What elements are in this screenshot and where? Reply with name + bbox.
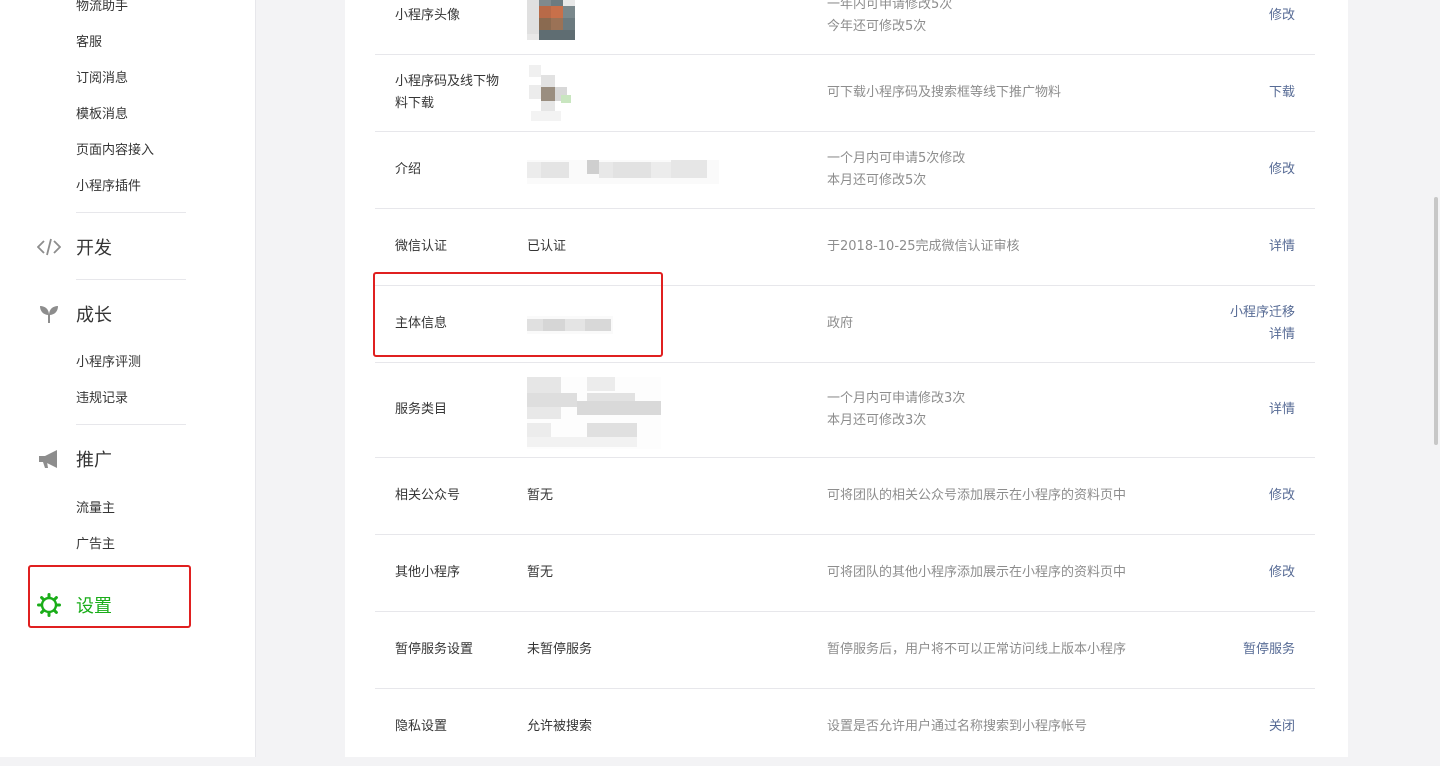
table-row: 隐私设置 允许被搜索 设置是否允许用户通过名称搜索到小程序帐号 关闭 xyxy=(375,689,1315,766)
sidebar-item-plugins[interactable]: 小程序插件 xyxy=(76,178,141,196)
categories-redacted xyxy=(527,377,661,449)
row-label: 微信认证 xyxy=(395,239,448,254)
sidebar-section-settings-label: 设置 xyxy=(76,596,112,617)
disable-search-link[interactable]: 关闭 xyxy=(1269,716,1295,738)
sidebar-section-dev-label: 开发 xyxy=(76,238,112,259)
sidebar-divider xyxy=(76,212,186,213)
sidebar-item-violations[interactable]: 违规记录 xyxy=(76,390,128,408)
row-desc: 于2018-10-25完成微信认证审核 xyxy=(827,239,1020,254)
sidebar-section-growth-label: 成长 xyxy=(76,305,112,326)
row-desc: 设置是否允许用户通过名称搜索到小程序帐号 xyxy=(827,719,1088,734)
table-row: 主体信息 政府 小程序迁移 详情 xyxy=(375,286,1315,363)
edit-intro-link[interactable]: 修改 xyxy=(1269,159,1295,181)
row-label: 相关公众号 xyxy=(395,488,461,503)
row-label: 小程序码及线下物料下载 xyxy=(395,74,500,111)
sidebar-section-promo-label: 推广 xyxy=(76,450,112,471)
row-desc: 暂停服务后，用户将不可以正常访问线上版本小程序 xyxy=(827,642,1127,657)
table-row: 介绍 一个月内可申请5次修改 本月还可修改5次 修改 xyxy=(375,132,1315,209)
row-label: 暂停服务设置 xyxy=(395,642,474,657)
code-icon xyxy=(36,234,62,260)
sidebar: 物流助手 客服 订阅消息 模板消息 页面内容接入 小程序插件 开发 成长 小程序… xyxy=(0,0,256,757)
gear-icon xyxy=(36,592,62,618)
sidebar-item-advertiser[interactable]: 广告主 xyxy=(76,536,115,554)
row-desc: 可将团队的相关公众号添加展示在小程序的资料页中 xyxy=(827,488,1127,503)
row-label: 主体信息 xyxy=(395,316,448,331)
row-desc: 可下载小程序码及搜索框等线下推广物料 xyxy=(827,85,1062,100)
row-desc: 一年内可申请修改5次 xyxy=(827,0,953,12)
sidebar-item-evaluation[interactable]: 小程序评测 xyxy=(76,354,141,372)
sidebar-divider xyxy=(76,424,186,425)
row-label: 隐私设置 xyxy=(395,719,448,734)
sidebar-section-settings[interactable]: 设置 xyxy=(36,590,112,620)
verification-details-link[interactable]: 详情 xyxy=(1269,236,1295,258)
subject-details-link[interactable]: 详情 xyxy=(1269,324,1295,346)
table-row: 微信认证 已认证 于2018-10-25完成微信认证审核 详情 xyxy=(375,209,1315,286)
avatar xyxy=(527,0,575,40)
privacy-status-value: 允许被搜索 xyxy=(527,719,593,734)
sidebar-divider xyxy=(76,279,186,280)
row-label: 服务类目 xyxy=(395,402,448,417)
sidebar-section-dev[interactable]: 开发 xyxy=(36,232,112,262)
table-row: 其他小程序 暂无 可将团队的其他小程序添加展示在小程序的资料页中 修改 xyxy=(375,535,1315,612)
table-row: 小程序码及线下物料下载 可下载小程序码及搜索框等线下推广物料 下载 xyxy=(375,55,1315,132)
sidebar-item-subscribe-message[interactable]: 订阅消息 xyxy=(76,70,128,88)
pause-service-link[interactable]: 暂停服务 xyxy=(1243,639,1295,661)
row-desc: 一个月内可申请修改3次 xyxy=(827,391,966,406)
migrate-miniprogram-link[interactable]: 小程序迁移 xyxy=(1230,302,1295,324)
row-desc: 可将团队的其他小程序添加展示在小程序的资料页中 xyxy=(827,565,1127,580)
table-row: 服务类目 一个月内可申请修改3次 本月还可修改3次 详情 xyxy=(375,363,1315,458)
edit-avatar-link[interactable]: 修改 xyxy=(1269,5,1295,27)
other-miniprograms-value: 暂无 xyxy=(527,565,554,580)
sidebar-section-promo[interactable]: 推广 xyxy=(36,444,112,474)
categories-details-link[interactable]: 详情 xyxy=(1269,399,1295,421)
sidebar-item-customer-service[interactable]: 客服 xyxy=(76,34,102,52)
row-desc-secondary: 本月还可修改3次 xyxy=(827,413,927,428)
subject-name-redacted xyxy=(527,316,613,334)
verification-status: 已认证 xyxy=(527,239,567,254)
row-desc: 政府 xyxy=(827,316,854,331)
table-row: 相关公众号 暂无 可将团队的相关公众号添加展示在小程序的资料页中 修改 xyxy=(375,458,1315,535)
sidebar-item-page-content[interactable]: 页面内容接入 xyxy=(76,142,154,160)
sidebar-item-logistics[interactable]: 物流助手 xyxy=(76,0,128,16)
intro-text-redacted xyxy=(527,160,719,184)
qr-code-image xyxy=(525,65,573,125)
row-label: 介绍 xyxy=(395,162,422,177)
row-desc-secondary: 今年还可修改5次 xyxy=(827,19,927,34)
row-desc-secondary: 本月还可修改5次 xyxy=(827,173,927,188)
sprout-icon xyxy=(36,301,62,327)
download-link[interactable]: 下载 xyxy=(1269,82,1295,104)
edit-other-miniprograms-link[interactable]: 修改 xyxy=(1269,562,1295,584)
table-row: 暂停服务设置 未暂停服务 暂停服务后，用户将不可以正常访问线上版本小程序 暂停服… xyxy=(375,612,1315,689)
sidebar-item-template-message[interactable]: 模板消息 xyxy=(76,106,128,124)
page-scrollbar[interactable] xyxy=(1434,197,1438,445)
edit-related-accounts-link[interactable]: 修改 xyxy=(1269,485,1295,507)
row-label: 其他小程序 xyxy=(395,565,461,580)
settings-panel: 小程序头像 一年内可申请修改5次 今年还可修改5次 修改 小程序码及线下物料下载 xyxy=(345,0,1348,757)
table-row: 小程序头像 一年内可申请修改5次 今年还可修改5次 修改 xyxy=(375,0,1315,55)
pause-status-value: 未暂停服务 xyxy=(527,642,593,657)
related-accounts-value: 暂无 xyxy=(527,488,554,503)
row-label: 小程序头像 xyxy=(395,8,461,23)
megaphone-icon xyxy=(36,446,62,472)
row-desc: 一个月内可申请5次修改 xyxy=(827,151,966,166)
sidebar-item-traffic-master[interactable]: 流量主 xyxy=(76,500,115,518)
sidebar-section-growth[interactable]: 成长 xyxy=(36,299,112,329)
